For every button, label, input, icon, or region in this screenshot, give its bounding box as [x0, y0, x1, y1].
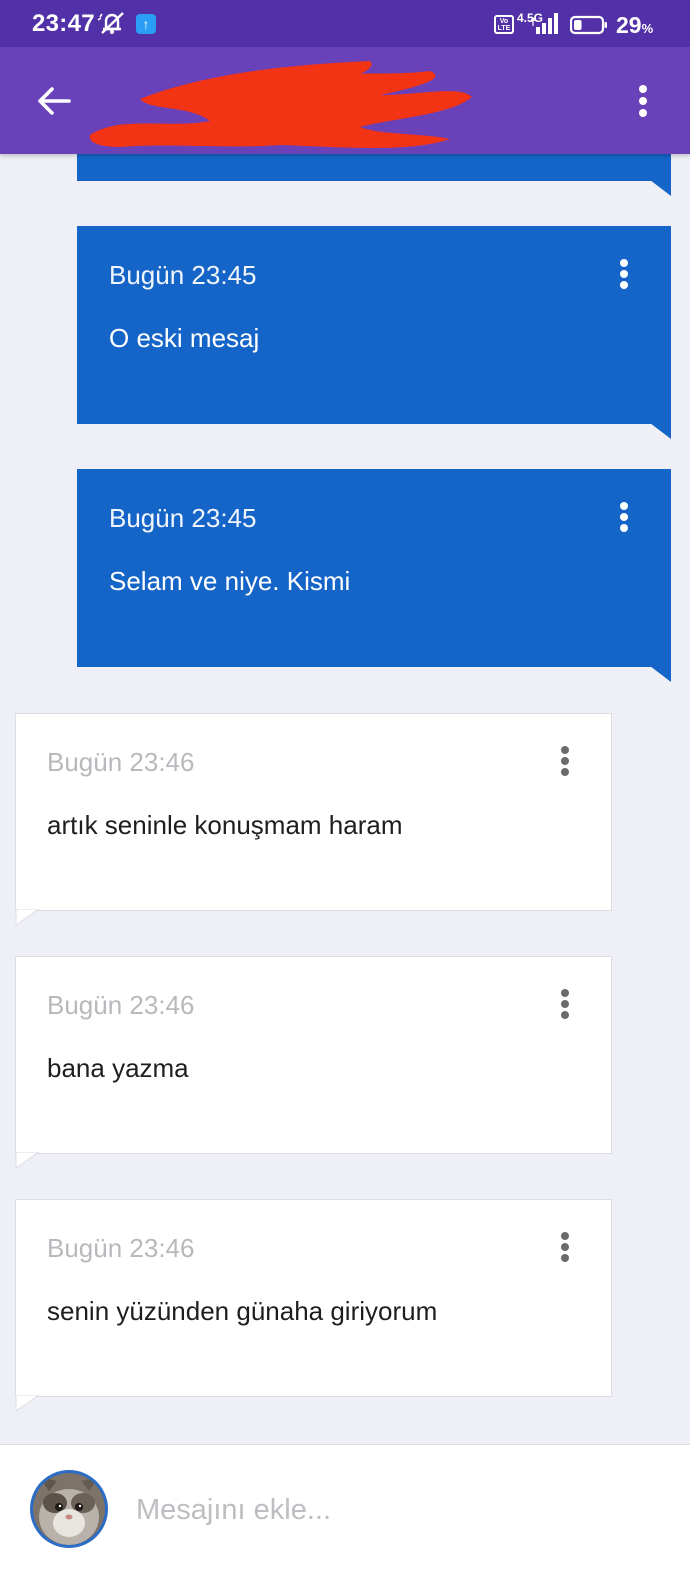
- bubble-tail: [650, 666, 671, 682]
- message-timestamp: Bugün 23:45: [109, 260, 257, 290]
- status-bar: 23:47 ↑ Vo LTE 4.5G 29%: [0, 0, 690, 47]
- message-bubble-body: [77, 154, 671, 181]
- battery-icon: [570, 15, 607, 35]
- message-menu-button[interactable]: [609, 495, 639, 539]
- more-vert-icon: [561, 746, 569, 776]
- sent-message: Bugün 23:45 Selam ve niye. Kismi: [77, 469, 671, 667]
- message-timestamp: Bugün 23:46: [47, 747, 195, 777]
- redacted-title: [89, 61, 472, 148]
- message-text: senin yüzünden günaha giriyorum: [47, 1296, 438, 1326]
- notifications-off-icon: [97, 12, 124, 34]
- more-vert-icon: [620, 259, 628, 289]
- message-input[interactable]: [136, 1487, 656, 1533]
- more-vert-icon: [639, 85, 647, 117]
- signal-icon: [530, 13, 558, 34]
- bubble-tail: [15, 909, 39, 925]
- received-message: Bugün 23:46 artık seninle konuşmam haram: [15, 713, 612, 911]
- avatar[interactable]: [30, 1470, 108, 1548]
- message-composer: [0, 1444, 690, 1581]
- received-message: Bugün 23:46 bana yazma: [15, 956, 612, 1154]
- message-text: Selam ve niye. Kismi: [109, 566, 351, 596]
- status-time: 23:47: [32, 10, 95, 37]
- bubble-tail: [650, 423, 671, 439]
- received-message: Bugün 23:46 senin yüzünden günaha giriyo…: [15, 1199, 612, 1397]
- more-vert-icon: [561, 989, 569, 1019]
- message-menu-button[interactable]: [550, 739, 580, 783]
- message-text: O eski mesaj: [109, 323, 260, 353]
- bubble-tail: [15, 1152, 39, 1168]
- battery-percent: 29%: [616, 12, 653, 39]
- message-menu-button[interactable]: [609, 252, 639, 296]
- sent-message: [77, 154, 671, 181]
- arrow-left-icon: [38, 87, 71, 115]
- message-menu-button[interactable]: [550, 982, 580, 1026]
- message-text: bana yazma: [47, 1053, 189, 1083]
- overflow-menu-button[interactable]: [625, 79, 661, 123]
- message-timestamp: Bugün 23:45: [109, 503, 257, 533]
- volte-icon: Vo LTE: [494, 15, 514, 34]
- more-vert-icon: [561, 1232, 569, 1262]
- upload-arrow-icon: ↑: [136, 14, 156, 34]
- sent-message: Bugün 23:45 O eski mesaj: [77, 226, 671, 424]
- battery-percent-unit: %: [641, 21, 654, 36]
- more-vert-icon: [620, 502, 628, 532]
- message-list[interactable]: Bugün 23:45 O eski mesaj Bugün 23:45 Sel…: [0, 154, 690, 1444]
- bubble-tail: [15, 1395, 39, 1411]
- cat-avatar-picture: [33, 1473, 105, 1545]
- battery-percent-value: 29: [616, 12, 642, 38]
- bubble-tail: [650, 180, 671, 196]
- back-button[interactable]: [28, 75, 80, 127]
- message-timestamp: Bugün 23:46: [47, 1233, 195, 1263]
- app-bar: [0, 47, 690, 154]
- message-menu-button[interactable]: [550, 1225, 580, 1269]
- message-timestamp: Bugün 23:46: [47, 990, 195, 1020]
- avatar-image: [33, 1473, 105, 1545]
- message-text: artık seninle konuşmam haram: [47, 810, 403, 840]
